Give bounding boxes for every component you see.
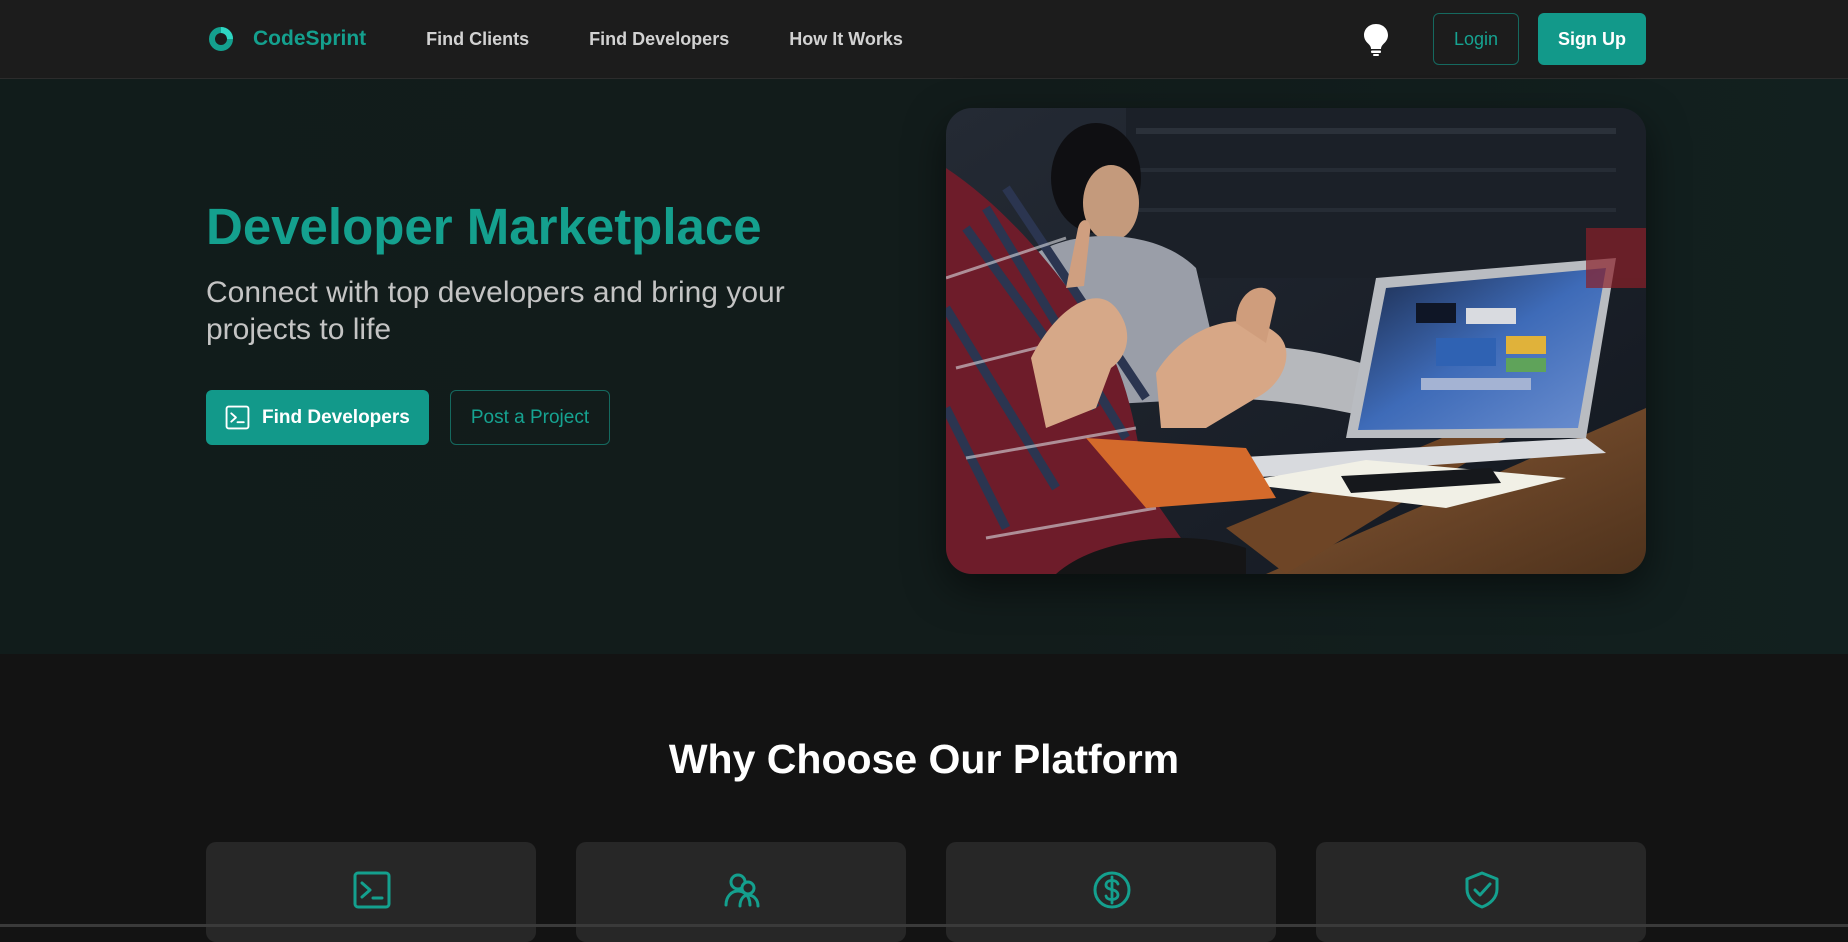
lightbulb-icon[interactable]	[1361, 22, 1391, 56]
nav-link-find-clients[interactable]: Find Clients	[426, 29, 529, 50]
brand-name: CodeSprint	[253, 27, 367, 50]
terminal-icon	[225, 405, 250, 430]
shield-check-icon	[1465, 871, 1499, 909]
features-title: Why Choose Our Platform	[668, 736, 1180, 782]
main-nav: Find Clients Find Developers How It Work…	[426, 29, 903, 50]
brand-logo-icon	[209, 27, 233, 51]
hero-image	[946, 108, 1646, 574]
nav-actions: Login Sign Up	[1361, 13, 1646, 65]
users-icon	[724, 873, 760, 908]
navbar-container: CodeSprint Find Clients Find Developers …	[206, 0, 1646, 78]
feature-card-security	[1316, 842, 1646, 942]
brand-link[interactable]: CodeSprint	[206, 24, 366, 54]
nav-link-find-developers[interactable]: Find Developers	[589, 29, 729, 50]
hero-subtitle: Connect with top developers and bring yo…	[206, 276, 785, 346]
find-developers-button[interactable]: Find Developers	[206, 390, 429, 445]
hero-title: Developer Marketplace	[206, 198, 762, 255]
nav-link-how-it-works[interactable]: How It Works	[789, 29, 903, 50]
login-button[interactable]: Login	[1432, 13, 1519, 65]
features-section: Why Choose Our Platform	[0, 654, 1848, 942]
post-project-button[interactable]: Post a Project	[449, 390, 611, 445]
feature-card-developers	[206, 842, 536, 942]
signup-button[interactable]: Sign Up	[1538, 13, 1646, 65]
feature-card-community	[576, 842, 906, 942]
find-developers-label: Find Developers	[262, 406, 410, 428]
hero-actions: Find Developers Post a Project	[206, 390, 611, 445]
hero-section: Developer Marketplace Connect with top d…	[0, 79, 1848, 654]
dollar-circle-icon	[1093, 871, 1131, 909]
feature-card-pricing	[946, 842, 1276, 942]
team-meeting-photo	[946, 108, 1646, 574]
terminal-icon	[353, 871, 391, 909]
top-navbar: CodeSprint Find Clients Find Developers …	[0, 0, 1848, 79]
